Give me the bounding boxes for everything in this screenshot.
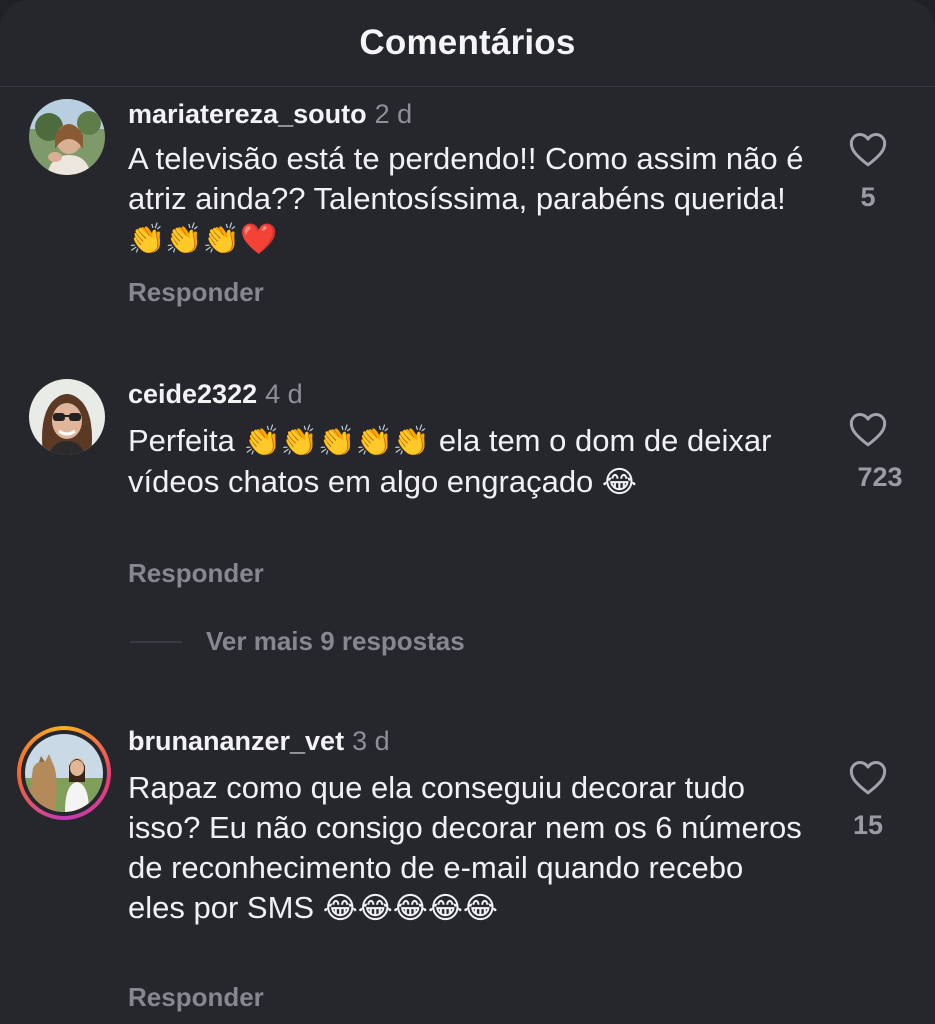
comment-text: Rapaz como que ela conseguiu decorar tud… [128,768,808,929]
comment-meta: ceide2322 4 d [128,377,303,411]
comment-text-body: Perfeita [128,423,244,458]
like-count: 15 [852,810,884,840]
comment-username[interactable]: mariatereza_souto [128,99,367,129]
comments-sheet: Comentários mariatereza_souto 2 d A telev… [0,0,935,1024]
comment-time: 4 d [265,379,303,409]
comment-text: Perfeita 👏👏👏👏👏 ela tem o dom de deixar v… [128,421,808,503]
comment-emoji: 😂 [601,465,637,500]
reply-button[interactable]: Responder [128,982,264,1013]
avatar[interactable] [29,379,105,455]
like-count: 723 [857,462,903,492]
like-count: 5 [860,182,876,212]
story-ring-gap [21,730,107,816]
comment-emoji: 👏👏👏❤️ [128,222,278,257]
replies-divider-line [130,640,182,643]
comment-text: A televisão está te perdendo!! Como assi… [128,139,808,260]
heart-outline-icon [849,761,887,795]
comment-username[interactable]: ceide2322 [128,379,257,409]
view-more-replies-label: Ver mais 9 respostas [206,626,465,656]
comment-meta: brunananzer_vet 3 d [128,724,390,758]
comment-username[interactable]: brunananzer_vet [128,726,344,756]
page-title: Comentários [359,23,576,62]
comment-text-body: A televisão está te perdendo!! Como assi… [128,141,804,216]
header: Comentários [0,0,935,86]
heart-outline-icon [849,413,887,447]
header-divider [0,86,935,87]
avatar[interactable] [25,734,103,812]
comment-meta: mariatereza_souto 2 d [128,97,412,131]
like-button[interactable]: 5 [818,130,918,213]
like-button[interactable]: 15 [818,758,918,841]
comment-time: 3 d [352,726,390,756]
like-button[interactable]: 723 [818,410,918,493]
heart-outline-icon [849,133,887,167]
comment-emoji: 👏👏👏👏👏 [243,424,431,459]
comment-emoji: 😂😂😂😂😂 [322,891,498,926]
story-ring[interactable] [17,726,111,820]
comment-time: 2 d [374,99,413,129]
reply-button[interactable]: Responder [128,558,264,589]
avatar[interactable] [29,99,105,175]
view-more-replies-button[interactable]: Ver mais 9 respostas [130,626,465,657]
reply-button[interactable]: Responder [128,277,264,308]
